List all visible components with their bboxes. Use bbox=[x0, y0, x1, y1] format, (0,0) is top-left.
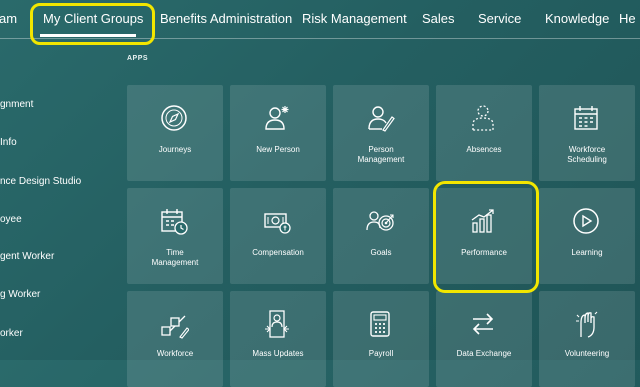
compensation-icon bbox=[264, 213, 291, 234]
tile-compensation[interactable]: Compensation bbox=[230, 188, 326, 284]
tile-journeys[interactable]: Journeys bbox=[127, 85, 223, 181]
tile-label: Person Management bbox=[357, 145, 405, 164]
compass-icon bbox=[161, 105, 187, 131]
nav-item-benefits-administration[interactable]: Benefits Administration bbox=[160, 11, 292, 26]
nav-item-team[interactable]: am bbox=[0, 11, 17, 26]
tile-label: Data Exchange bbox=[456, 349, 512, 358]
sidebar-item-worker[interactable]: orker bbox=[0, 328, 23, 339]
highlight-annotation-nav bbox=[30, 3, 155, 45]
tile-label: Time Management bbox=[151, 248, 199, 267]
tile-label: Absences bbox=[466, 145, 502, 154]
nav-item-help[interactable]: He bbox=[619, 11, 636, 26]
tile-label: Learning bbox=[571, 248, 603, 257]
workforce-icon bbox=[161, 315, 189, 339]
sidebar-item-info[interactable]: Info bbox=[0, 137, 17, 148]
mass-updates-icon bbox=[265, 310, 289, 338]
tile-payroll[interactable]: Payroll bbox=[333, 291, 429, 387]
sidebar-item-pending-worker[interactable]: g Worker bbox=[0, 289, 40, 300]
nav-item-service[interactable]: Service bbox=[478, 11, 521, 26]
sidebar-item-contingent-worker[interactable]: gent Worker bbox=[0, 251, 54, 262]
play-icon bbox=[573, 208, 599, 234]
tile-absences[interactable]: Absences bbox=[436, 85, 532, 181]
sidebar-item-design-studio[interactable]: nce Design Studio bbox=[0, 176, 81, 187]
section-title: APPS bbox=[127, 55, 149, 62]
goals-icon bbox=[366, 211, 394, 231]
absences-icon bbox=[472, 105, 494, 131]
tile-label: Mass Updates bbox=[252, 349, 304, 358]
sidebar-item-employee[interactable]: oyee bbox=[0, 214, 22, 225]
tile-label: Volunteering bbox=[564, 349, 610, 358]
tile-label: Workforce bbox=[156, 349, 194, 358]
person-management-icon bbox=[368, 106, 395, 132]
highlight-annotation-performance bbox=[433, 181, 539, 293]
tile-label: Compensation bbox=[252, 248, 304, 257]
nav-item-sales[interactable]: Sales bbox=[422, 11, 455, 26]
tile-label: Payroll bbox=[368, 349, 394, 358]
data-exchange-icon bbox=[472, 313, 494, 335]
nav-item-knowledge[interactable]: Knowledge bbox=[545, 11, 609, 26]
tile-time-management[interactable]: Time Management bbox=[127, 188, 223, 284]
time-management-icon bbox=[161, 209, 188, 235]
calendar-icon bbox=[574, 106, 598, 130]
tile-new-person[interactable]: New Person bbox=[230, 85, 326, 181]
tile-data-exchange[interactable]: Data Exchange bbox=[436, 291, 532, 387]
tile-label: Workforce Scheduling bbox=[567, 145, 607, 164]
calculator-icon bbox=[370, 311, 390, 337]
new-person-icon bbox=[265, 106, 289, 130]
tile-workforce-scheduling[interactable]: Workforce Scheduling bbox=[539, 85, 635, 181]
tile-label: Goals bbox=[370, 248, 392, 257]
tile-workforce[interactable]: Workforce bbox=[127, 291, 223, 387]
tile-learning[interactable]: Learning bbox=[539, 188, 635, 284]
nav-item-risk-management[interactable]: Risk Management bbox=[302, 11, 407, 26]
tile-label: New Person bbox=[256, 145, 300, 154]
tile-volunteering[interactable]: Volunteering bbox=[539, 291, 635, 387]
tile-mass-updates[interactable]: Mass Updates bbox=[230, 291, 326, 387]
sidebar-item-assignment[interactable]: gnment bbox=[0, 99, 33, 110]
tile-label: Journeys bbox=[158, 145, 192, 154]
tile-person-management[interactable]: Person Management bbox=[333, 85, 429, 181]
volunteering-icon bbox=[576, 311, 598, 338]
tile-goals[interactable]: Goals bbox=[333, 188, 429, 284]
